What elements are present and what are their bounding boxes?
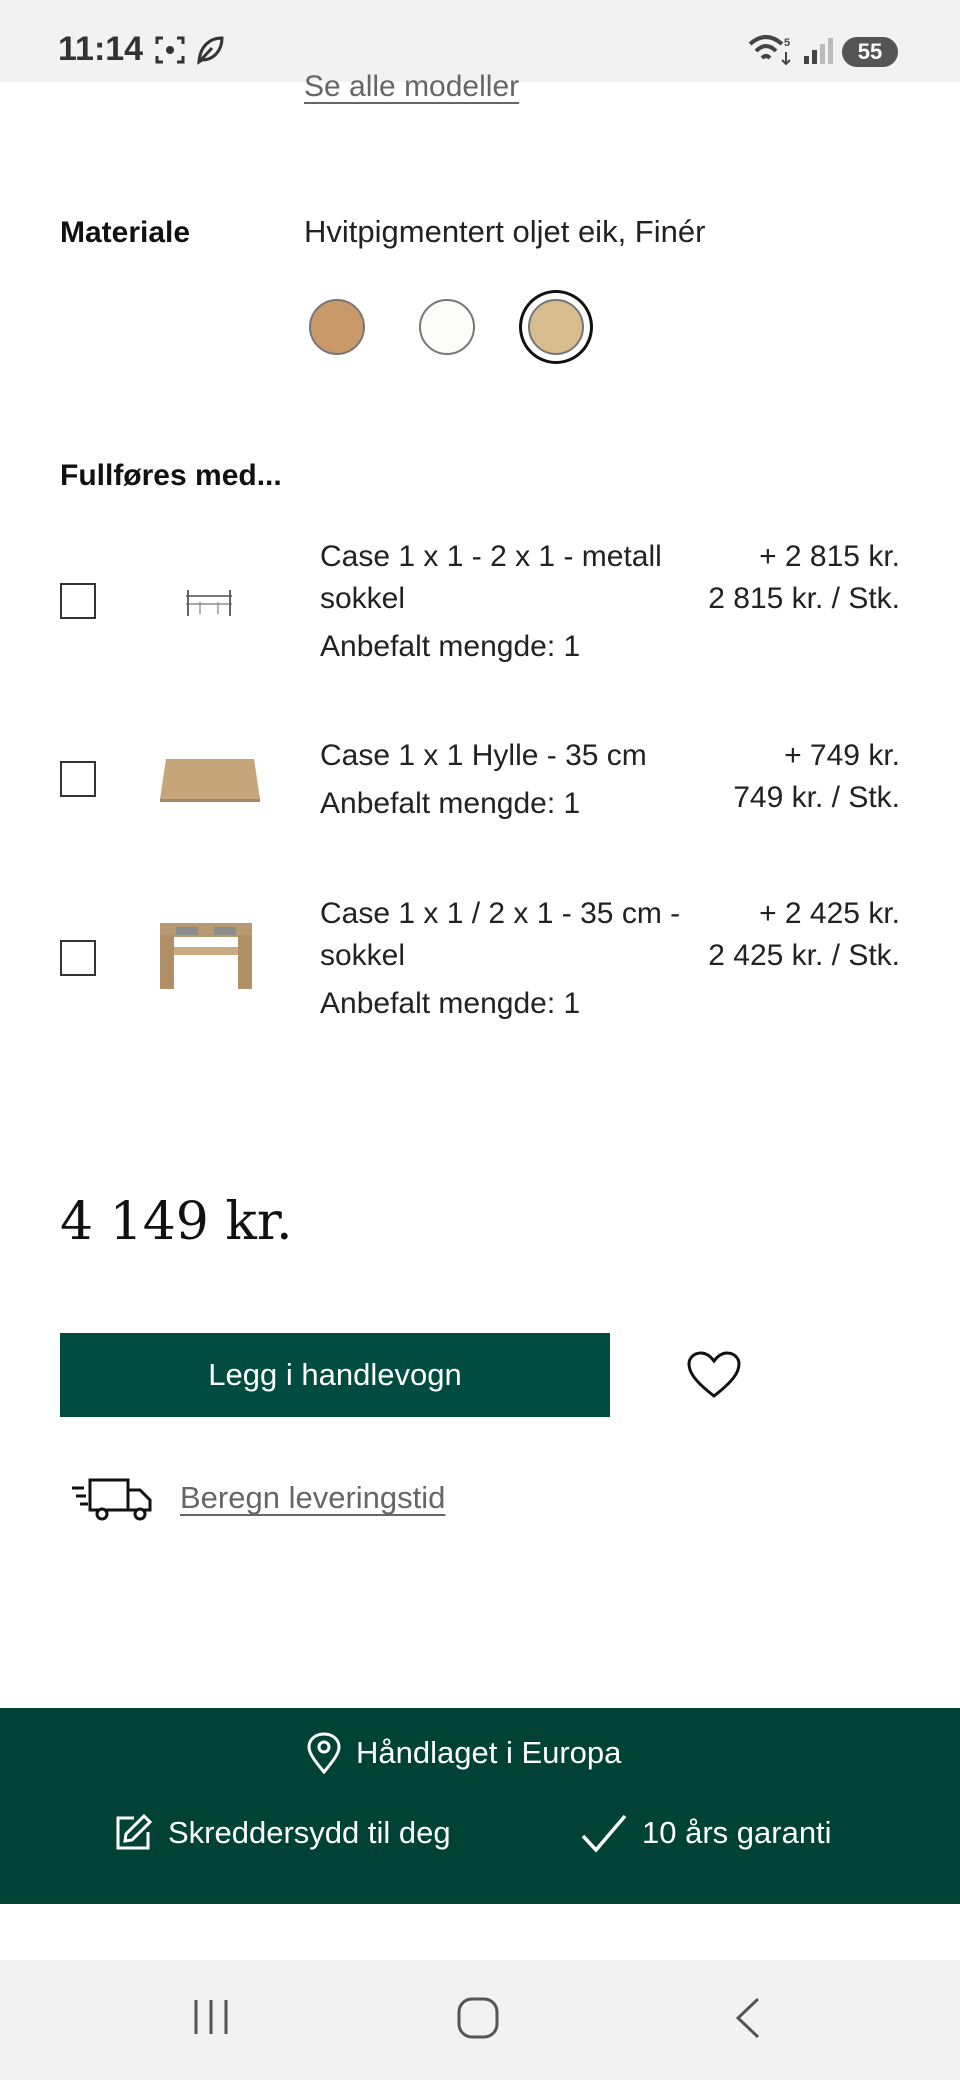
addons-title: Fullføres med... — [60, 459, 282, 492]
addon-price: + 2 815 kr. 2 815 kr. / Stk. — [708, 536, 900, 620]
svg-text:5: 5 — [784, 37, 790, 49]
see-all-models-link[interactable]: Se alle modeller — [304, 70, 519, 104]
addon-recommended: Anbefalt mengde: 1 — [320, 787, 581, 820]
usp-handmade-label: Håndlaget i Europa — [356, 1735, 622, 1770]
edit-icon — [116, 1813, 153, 1850]
addon-price-add: + 2 425 kr. — [759, 897, 900, 930]
signal-icon — [804, 38, 833, 64]
location-pin-icon — [307, 1732, 341, 1774]
add-to-cart-button[interactable]: Legg i handlevogn — [60, 1333, 610, 1417]
total-price: 4 149 kr. — [60, 1192, 293, 1252]
addon-recommended: Anbefalt mengde: 1 — [320, 987, 581, 1020]
usp-footer: Håndlaget i Europa Skreddersydd til deg … — [0, 1708, 960, 1904]
usp-tailored: Skreddersydd til deg — [112, 1812, 451, 1854]
usp-warranty: 10 års garanti — [580, 1812, 832, 1854]
addon-name: Case 1 x 1 / 2 x 1 - 35 cm - sokkel — [320, 897, 681, 972]
usp-tailored-label: Skreddersydd til deg — [168, 1815, 451, 1850]
system-nav-bar — [0, 1960, 960, 2080]
home-icon[interactable] — [456, 1996, 500, 2040]
checkmark-icon — [581, 1814, 627, 1853]
material-swatch-whitepigmented-oak[interactable] — [528, 299, 584, 355]
heart-icon[interactable] — [686, 1350, 742, 1400]
delivery-time-link[interactable]: Beregn leveringstid — [180, 1480, 445, 1516]
addon-name: Case 1 x 1 - 2 x 1 - metall sokkel — [320, 540, 662, 615]
addon-row: Case 1 x 1 Hylle - 35 cm Anbefalt mengde… — [0, 735, 960, 835]
addon-unit-price: 2 425 kr. / Stk. — [708, 939, 900, 972]
metal-base-thumbnail — [186, 590, 232, 616]
addon-row: Case 1 x 1 - 2 x 1 - metall sokkel Anbef… — [0, 536, 960, 676]
usp-warranty-label: 10 års garanti — [642, 1815, 832, 1850]
addon-checkbox[interactable] — [60, 761, 96, 797]
addon-unit-price: 749 kr. / Stk. — [733, 781, 900, 814]
recent-apps-icon[interactable] — [190, 1996, 232, 2038]
addon-price: + 2 425 kr. 2 425 kr. / Stk. — [708, 893, 900, 977]
status-time: 11:14 — [58, 30, 144, 68]
back-icon[interactable] — [732, 1996, 762, 2040]
wifi-icon: 5 — [748, 35, 791, 66]
material-label: Materiale — [60, 216, 191, 249]
addon-unit-price: 2 815 kr. / Stk. — [708, 582, 900, 615]
addon-price-add: + 2 815 kr. — [759, 540, 900, 573]
screenshot-icon — [155, 36, 185, 64]
material-swatch-white[interactable] — [419, 299, 475, 355]
usp-handmade: Håndlaget i Europa — [306, 1732, 621, 1774]
addon-recommended: Anbefalt mengde: 1 — [320, 630, 581, 663]
leaf-icon — [197, 36, 224, 65]
addon-price: + 749 kr. 749 kr. / Stk. — [733, 735, 900, 819]
addon-name: Case 1 x 1 Hylle - 35 cm — [320, 739, 647, 772]
wood-shelf-thumbnail — [160, 759, 260, 802]
wood-base-thumbnail — [160, 923, 252, 989]
delivery-truck-icon — [72, 1478, 152, 1521]
material-swatch-oak[interactable] — [309, 299, 365, 355]
addon-checkbox[interactable] — [60, 940, 96, 976]
addon-row: Case 1 x 1 / 2 x 1 - 35 cm - sokkel Anbe… — [0, 893, 960, 1033]
material-value: Hvitpigmentert oljet eik, Finér — [304, 214, 706, 249]
addon-price-add: + 749 kr. — [784, 739, 900, 772]
addon-checkbox[interactable] — [60, 583, 96, 619]
battery-indicator: 55 — [842, 37, 898, 67]
